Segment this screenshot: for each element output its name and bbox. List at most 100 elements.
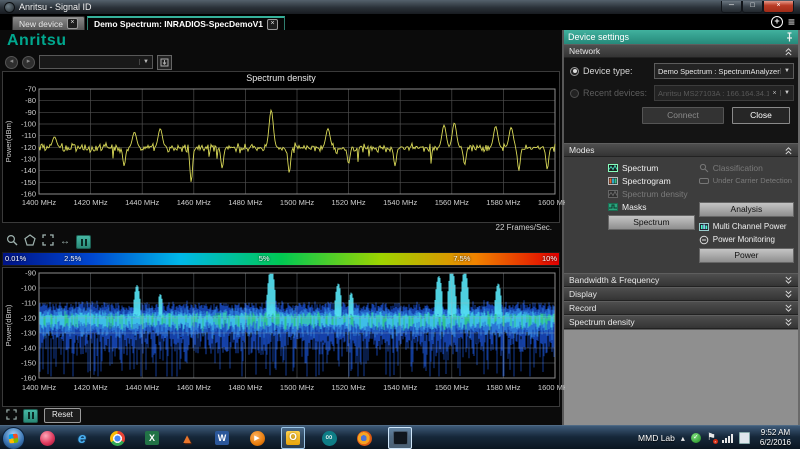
notification-tray-icon[interactable] xyxy=(738,432,750,444)
mode-multi-channel-power[interactable]: Multi Channel Power xyxy=(698,220,794,233)
mode-masks[interactable]: Masks xyxy=(608,200,695,213)
red-swirl-app-icon[interactable] xyxy=(39,430,55,446)
section-spectrum-density[interactable]: Spectrum density xyxy=(564,315,798,329)
tab-new-device[interactable]: New device × xyxy=(12,16,85,30)
svg-text:-110: -110 xyxy=(22,299,36,308)
collapse-icon[interactable] xyxy=(784,146,793,155)
window-controls: ─ □ × xyxy=(721,1,794,13)
panel-empty-area xyxy=(564,329,798,425)
tab-close-icon[interactable]: × xyxy=(66,18,78,29)
clear-icon[interactable]: × xyxy=(769,90,780,97)
mode-power-monitoring[interactable]: Power Monitoring xyxy=(699,233,794,246)
tab-close-icon[interactable]: × xyxy=(267,18,279,30)
network-tray-icon[interactable] xyxy=(721,433,733,443)
forward-icon[interactable]: ▸ xyxy=(22,55,35,69)
tab-demo-spectrum[interactable]: Demo Spectrum: INRADIOS-SpecDemoV1 × xyxy=(86,16,286,30)
maximize-button[interactable]: □ xyxy=(742,1,763,13)
media-player-icon[interactable]: ▶ xyxy=(249,430,265,446)
close-button[interactable]: × xyxy=(763,1,794,13)
taskbar-clock[interactable]: 9:52 AM 6/2/2016 xyxy=(756,428,795,448)
density-chart-svg[interactable]: -90 -100 -110 -120 -130 -140 -150 -1601400 MHz 1… xyxy=(3,269,565,403)
mode-under-carrier[interactable]: Under Carrier Detection xyxy=(698,174,794,187)
arduino-icon[interactable]: ∞ xyxy=(321,430,337,446)
chevron-down-icon[interactable]: ▼ xyxy=(780,90,793,96)
show-hidden-icons[interactable]: ▴ xyxy=(681,434,685,443)
colorbar-label: 2.5% xyxy=(64,254,82,263)
section-modes[interactable]: Modes xyxy=(564,143,798,157)
export-view-icon[interactable] xyxy=(157,54,172,70)
system-tray: MMD Lab ▴ ✓ ⚑ × 9:52 AM 6/2/2016 xyxy=(638,428,800,448)
section-network[interactable]: Network xyxy=(564,44,798,58)
spectrum-chart-svg[interactable]: -70-80-90-100-110-120-130-140-150-160140… xyxy=(3,84,565,220)
density-colorbar: 0.01% 2.5% 5% 7.5% 10% xyxy=(2,252,560,266)
mode-spectrum[interactable]: Spectrum xyxy=(608,161,695,174)
close-device-button[interactable]: Close xyxy=(732,107,790,124)
signal-id-task-button[interactable] xyxy=(388,427,412,449)
device-type-radio[interactable] xyxy=(570,66,579,76)
pause-button[interactable] xyxy=(23,408,38,423)
pause-button[interactable] xyxy=(76,235,91,249)
reset-button[interactable]: Reset xyxy=(44,408,81,423)
windows-flag-icon xyxy=(8,433,19,443)
view-select[interactable]: ▼ xyxy=(39,55,153,69)
recent-devices-radio[interactable] xyxy=(570,88,579,98)
excel-icon[interactable]: X xyxy=(144,430,160,446)
collapse-icon[interactable] xyxy=(784,47,793,56)
analysis-group-button[interactable]: Analysis xyxy=(698,202,794,217)
back-icon[interactable]: ◂ xyxy=(5,55,18,69)
power-group-button[interactable]: Power xyxy=(698,248,794,263)
spectrum-group-button[interactable]: Spectrum xyxy=(608,215,695,230)
mode-label: Masks xyxy=(622,201,647,212)
svg-text:Power(dBm): Power(dBm) xyxy=(4,304,13,346)
chrome-icon[interactable] xyxy=(109,430,125,446)
chevron-down-icon[interactable]: ▼ xyxy=(780,68,793,74)
taskbar-icons: e X ▲ W ▶ O ∞ xyxy=(39,427,412,449)
section-display[interactable]: Display xyxy=(564,287,798,301)
menu-icon[interactable]: ≡ xyxy=(788,16,795,28)
firefox-icon[interactable] xyxy=(356,430,372,446)
svg-text:-150: -150 xyxy=(21,359,36,368)
expand-icon[interactable] xyxy=(784,276,793,285)
svg-text:1600 MHz: 1600 MHz xyxy=(538,383,565,392)
device-type-select[interactable]: Demo Spectrum : SpectrumAnalyzer ▼ xyxy=(654,63,794,79)
mode-classification[interactable]: Classification xyxy=(699,161,794,174)
colorbar-label: 10% xyxy=(541,254,557,263)
action-center-flag-icon[interactable]: ⚑ × xyxy=(707,433,718,444)
svg-text:1460 MHz: 1460 MHz xyxy=(177,198,211,207)
span-arrows-icon[interactable]: ↔ xyxy=(60,237,70,247)
chevron-down-icon[interactable]: ▼ xyxy=(139,59,152,65)
pin-icon[interactable] xyxy=(785,32,794,42)
mode-spectrum-density[interactable]: Spectrum density xyxy=(608,187,695,200)
mode-spectrogram[interactable]: Spectrogram xyxy=(608,174,695,187)
section-record[interactable]: Record xyxy=(564,301,798,315)
expand-icon[interactable] xyxy=(784,304,793,313)
clock-date: 6/2/2016 xyxy=(759,438,791,447)
expand-icon[interactable] xyxy=(784,290,793,299)
fit-view-icon[interactable] xyxy=(42,233,54,251)
outlook-task-button[interactable]: O xyxy=(281,427,305,449)
antivirus-tray-icon[interactable]: ✓ xyxy=(690,433,701,443)
anritsu-logo: Anritsu xyxy=(7,32,67,49)
add-tab-icon[interactable]: + xyxy=(770,16,783,28)
fit-view-icon[interactable] xyxy=(6,407,17,425)
panel-title: Device settings xyxy=(568,32,630,42)
section-bandwidth-frequency[interactable]: Bandwidth & Frequency xyxy=(564,273,798,287)
start-button[interactable] xyxy=(2,426,25,449)
word-icon[interactable]: W xyxy=(214,430,230,446)
connect-button[interactable]: Connect xyxy=(642,107,724,124)
frame-rate-label: 22 Frames/Sec. xyxy=(495,223,552,232)
svg-text:-100: -100 xyxy=(21,284,36,293)
panel-header[interactable]: Device settings xyxy=(564,30,798,44)
expand-icon[interactable] xyxy=(784,318,793,327)
pan-icon[interactable] xyxy=(24,233,36,251)
internet-explorer-icon[interactable]: e xyxy=(74,430,90,447)
window-title: Anritsu - Signal ID xyxy=(19,2,92,12)
svg-text:-140: -140 xyxy=(21,166,36,175)
recent-devices-select[interactable]: Anritsu MS27103A : 166.164.34.196:9001 ×… xyxy=(654,85,794,101)
matlab-icon[interactable]: ▲ xyxy=(179,430,195,446)
zoom-icon[interactable] xyxy=(6,233,18,251)
tray-toolbar-label[interactable]: MMD Lab xyxy=(638,433,675,443)
spectrum-density-icon xyxy=(608,189,618,198)
minimize-button[interactable]: ─ xyxy=(721,1,742,13)
device-settings-panel: Device settings Network Device type: Dem… xyxy=(562,30,800,425)
